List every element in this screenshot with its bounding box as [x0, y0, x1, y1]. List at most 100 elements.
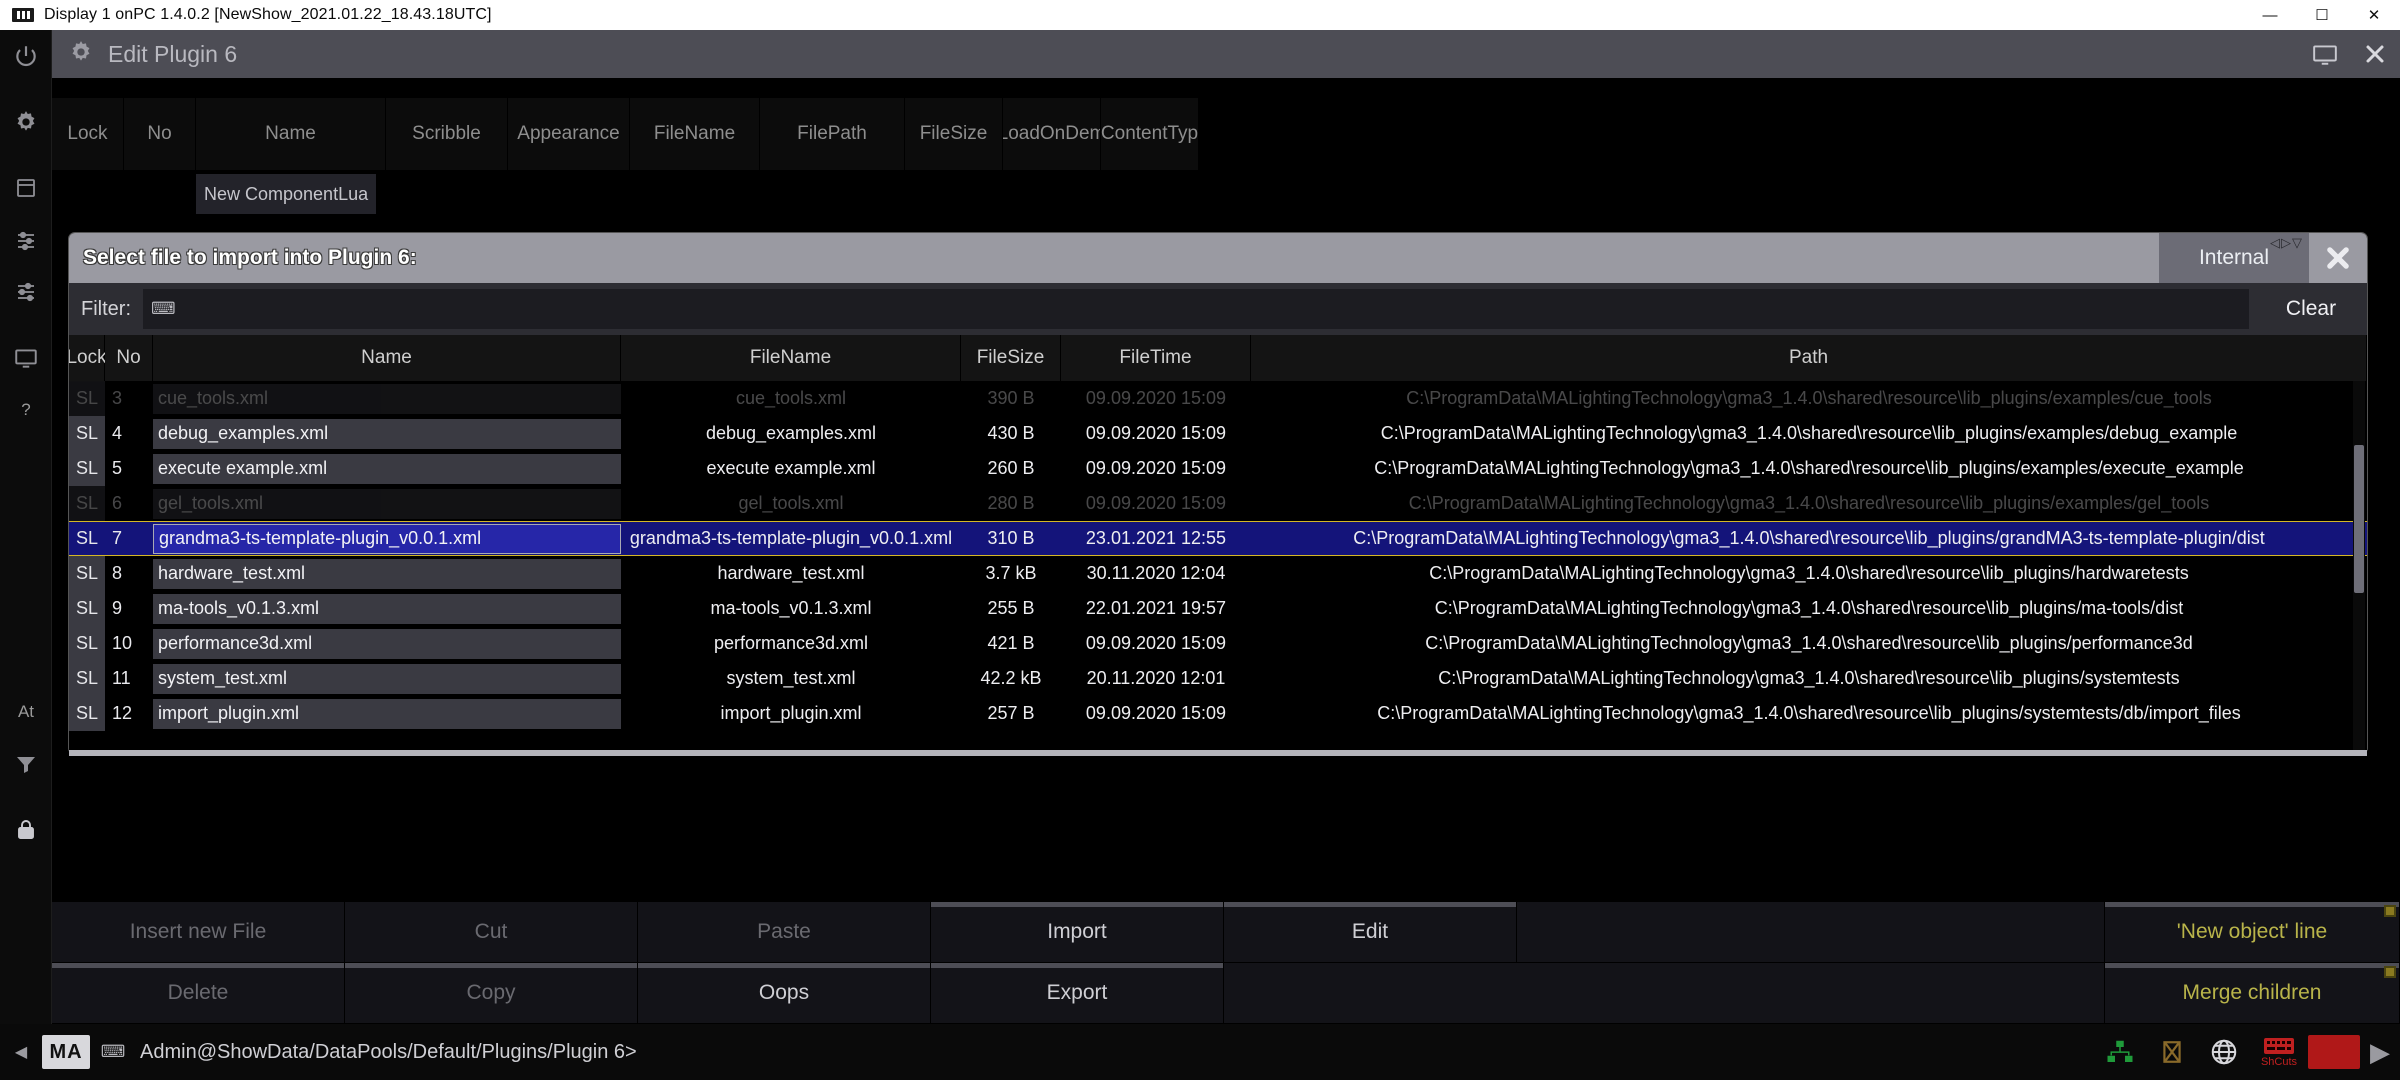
bg-table-cell[interactable] — [386, 170, 508, 218]
command-button-edit[interactable]: Edit — [1224, 902, 1517, 963]
file-column-header[interactable]: Name — [153, 335, 621, 381]
help-icon[interactable]: ? — [0, 384, 52, 436]
dialog-resize-handle[interactable] — [69, 750, 2367, 756]
window-layout-icon[interactable] — [0, 162, 52, 214]
clear-button[interactable]: Clear — [2255, 283, 2367, 335]
close-button[interactable]: ✕ — [2348, 0, 2400, 30]
row-path: C:\ProgramData\MALightingTechnology\gma3… — [1251, 556, 2367, 591]
lock-icon[interactable] — [0, 804, 52, 856]
gear-icon[interactable] — [0, 96, 52, 148]
bg-column-header[interactable]: No — [124, 98, 196, 170]
bg-table-cell[interactable] — [905, 170, 1003, 218]
file-column-header[interactable]: No — [105, 335, 153, 381]
bg-table-cell[interactable] — [1003, 170, 1101, 218]
bg-table-cell[interactable]: New ComponentLua — [196, 170, 386, 218]
file-table-body: SL 3 cue_tools.xml cue_tools.xml 390 B 09.09.… — [69, 381, 2367, 731]
row-number-text: 9 — [112, 598, 123, 618]
filter-input[interactable]: ⌨ — [143, 289, 2249, 329]
hourglass-icon[interactable] — [2146, 1024, 2198, 1080]
close-icon[interactable] — [2350, 30, 2400, 78]
table-row[interactable]: SL 10 performance3d.xml performance3d.xml 42… — [69, 626, 2367, 661]
row-filesize-text: 260 B — [987, 458, 1035, 478]
row-path: C:\ProgramData\MALightingTechnology\gma3… — [1251, 661, 2367, 696]
source-selector-button[interactable]: ◁▷▽ Internal — [2159, 233, 2309, 283]
file-column-header[interactable]: FileTime — [1061, 335, 1251, 381]
row-path: C:\ProgramData\MALightingTechnology\gma3… — [1251, 626, 2367, 661]
file-table-header: Lock No Name FileName FileSize FileTime Path — [69, 335, 2367, 381]
row-filename-text: ma-tools_v0.1.3.xml — [710, 598, 872, 618]
command-button-insert-new-file[interactable]: Insert new File — [52, 902, 345, 963]
prev-page-arrow-icon[interactable]: ◀ — [0, 1024, 42, 1080]
row-number: 3 — [105, 381, 153, 416]
filter-icon[interactable] — [0, 738, 52, 790]
bg-table-cell[interactable] — [630, 170, 760, 218]
command-button-new-object-line[interactable]: 'New object' line — [2105, 902, 2400, 963]
row-filename-text: debug_examples.xml — [705, 423, 877, 443]
next-page-arrow-icon[interactable]: ▶ — [2360, 1037, 2400, 1068]
file-column-header[interactable]: Path — [1251, 335, 2367, 381]
command-button-oops[interactable]: Oops — [638, 963, 931, 1024]
table-row[interactable]: SL 8 hardware_test.xml hardware_test.xml 3.7… — [69, 556, 2367, 591]
command-button-label: 'New object' line — [2176, 920, 2328, 943]
bg-column-header[interactable]: ContentTyp — [1101, 98, 1199, 170]
bg-column-header[interactable]: Scribble — [386, 98, 508, 170]
table-row[interactable]: SL 11 system_test.xml system_test.xml 42.2 k… — [69, 661, 2367, 696]
scrollbar-thumb[interactable] — [2354, 445, 2364, 593]
bg-column-header[interactable]: Lock — [52, 98, 124, 170]
keyboard-icon[interactable]: ⌨ — [90, 1042, 136, 1062]
table-row[interactable]: SL 4 debug_examples.xml debug_examples.xml 4… — [69, 416, 2367, 451]
table-row[interactable]: SL 7 grandma3-ts-template-plugin_v0.0.1.xm… — [69, 521, 2367, 556]
record-indicator[interactable] — [2308, 1024, 2360, 1080]
background-table-row[interactable]: New ComponentLua — [52, 170, 1199, 218]
row-name-text: import_plugin.xml — [153, 698, 621, 729]
screen-root: Display 1 onPC 1.4.0.2 [NewShow_2021.01.… — [0, 0, 2400, 1080]
shortcuts-icon[interactable]: ShCuts — [2250, 1024, 2308, 1080]
ma-logo[interactable]: MA — [42, 1035, 90, 1069]
bg-column-header-label: FilePath — [797, 123, 867, 144]
globe-icon[interactable] — [2198, 1024, 2250, 1080]
command-button-cut[interactable]: Cut — [345, 902, 638, 963]
row-filename: hardware_test.xml — [621, 556, 961, 591]
network-tree-icon[interactable] — [2094, 1024, 2146, 1080]
gear-icon[interactable] — [68, 39, 94, 70]
command-button-delete[interactable]: Delete — [52, 963, 345, 1024]
display-icon[interactable] — [2300, 30, 2350, 78]
table-row[interactable]: SL 6 gel_tools.xml gel_tools.xml 280 B 09.09.… — [69, 486, 2367, 521]
bg-column-header[interactable]: Name — [196, 98, 386, 170]
table-row[interactable]: SL 3 cue_tools.xml cue_tools.xml 390 B 09.09.… — [69, 381, 2367, 416]
bg-table-cell[interactable] — [124, 170, 196, 218]
bg-table-cell[interactable] — [508, 170, 630, 218]
row-lock-text: SL — [75, 563, 99, 583]
maximize-button[interactable]: ☐ — [2296, 0, 2348, 30]
minimize-button[interactable]: — — [2244, 0, 2296, 30]
power-icon[interactable] — [0, 30, 52, 82]
bg-column-header[interactable]: FileName — [630, 98, 760, 170]
table-row[interactable]: SL 12 import_plugin.xml import_plugin.xml 25… — [69, 696, 2367, 731]
command-row-2: Delete Copy Oops Export Merge children — [52, 963, 2400, 1024]
monitor-icon[interactable] — [0, 332, 52, 384]
bg-table-cell[interactable] — [1101, 170, 1199, 218]
bg-table-cell[interactable] — [760, 170, 905, 218]
bg-table-cell[interactable] — [52, 170, 124, 218]
filter-settings-icon[interactable] — [0, 266, 52, 318]
at-button[interactable]: At — [0, 686, 52, 738]
command-button-import[interactable]: Import — [931, 902, 1224, 963]
command-button-export[interactable]: Export — [931, 963, 1224, 1024]
command-button-copy[interactable]: Copy — [345, 963, 638, 1024]
bg-column-header[interactable]: LoadOnDem — [1003, 98, 1101, 170]
bg-column-header[interactable]: Appearance — [508, 98, 630, 170]
dialog-close-icon[interactable] — [2309, 233, 2367, 283]
command-line[interactable]: Admin@ShowData/DataPools/Default/Plugins… — [140, 1041, 637, 1064]
bg-column-header[interactable]: FilePath — [760, 98, 905, 170]
file-list-scrollbar[interactable] — [2353, 381, 2365, 756]
row-number-text: 6 — [112, 493, 123, 513]
file-column-header[interactable]: Lock — [69, 335, 107, 381]
command-button-merge-children[interactable]: Merge children — [2105, 963, 2400, 1024]
table-row[interactable]: SL 9 ma-tools_v0.1.3.xml ma-tools_v0.1.3.xm… — [69, 591, 2367, 626]
command-button-paste[interactable]: Paste — [638, 902, 931, 963]
fader-settings-icon[interactable] — [0, 214, 52, 266]
table-row[interactable]: SL 5 execute example.xml execute example.xm… — [69, 451, 2367, 486]
file-column-header[interactable]: FileName — [621, 335, 961, 381]
file-column-header[interactable]: FileSize — [961, 335, 1061, 381]
bg-column-header[interactable]: FileSize — [905, 98, 1003, 170]
